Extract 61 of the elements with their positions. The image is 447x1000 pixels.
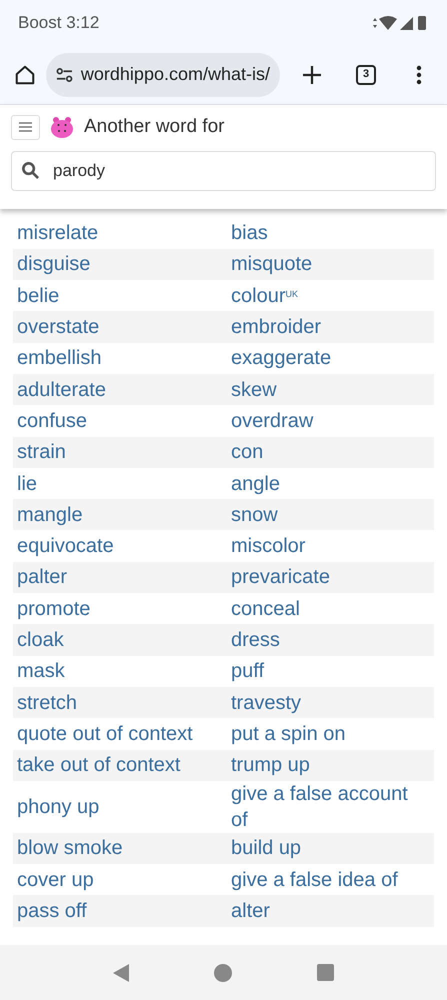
status-icons [371, 14, 429, 30]
synonym-link[interactable]: disguise [13, 251, 227, 278]
synonym-link[interactable]: promote [13, 596, 227, 622]
menu-button[interactable] [11, 114, 40, 140]
status-carrier-time: Boost 3:12 [18, 12, 100, 34]
synonym-link[interactable]: pass off [13, 898, 227, 924]
synonym-link[interactable]: exaggerate [227, 345, 434, 372]
synonym-link[interactable]: miscolor [227, 533, 434, 560]
synonym-link[interactable]: phony up [13, 794, 227, 820]
synonym-link[interactable]: prevaricate [227, 564, 434, 590]
synonym-link[interactable]: overdraw [227, 408, 434, 434]
synonym-link[interactable]: cover up [13, 866, 227, 893]
synonym-link[interactable]: give a false idea of [227, 866, 434, 893]
synonym-link[interactable]: skew [227, 376, 434, 403]
synonym-link[interactable]: adulterate [13, 376, 227, 403]
home-icon[interactable] [14, 64, 36, 86]
menu-icon [19, 122, 32, 132]
synonym-link[interactable]: trump up [227, 752, 434, 778]
synonym-link[interactable]: puff [227, 658, 434, 684]
synonym-link[interactable]: snow [227, 502, 434, 528]
home-circle-icon[interactable] [214, 964, 232, 982]
synonym-link[interactable]: build up [227, 835, 434, 862]
synonym-link[interactable]: conceal [227, 596, 434, 622]
url-text: wordhippo.com/what-is/ [80, 63, 270, 86]
synonym-link[interactable]: travesty [227, 690, 434, 716]
synonym-link[interactable]: embroider [227, 314, 434, 340]
synonym-link[interactable]: bias [227, 220, 434, 246]
search-icon [21, 160, 40, 180]
synonym-link[interactable]: colour$^{UK}$ [227, 282, 434, 309]
more-menu-icon[interactable] [416, 64, 422, 84]
back-icon[interactable] [112, 964, 129, 982]
synonym-link[interactable]: strain [13, 439, 227, 466]
search-field[interactable]: parody [11, 150, 436, 190]
synonym-link[interactable]: confuse [13, 408, 227, 434]
synonym-link[interactable]: blow smoke [13, 835, 227, 862]
synonym-link[interactable]: mask [13, 658, 227, 684]
synonym-link[interactable]: misrelate [13, 220, 227, 246]
synonym-link[interactable]: palter [13, 564, 227, 590]
new-tab-icon[interactable] [302, 64, 322, 84]
synonym-link[interactable]: stretch [13, 690, 227, 716]
synonym-link[interactable]: put a spin on [227, 720, 434, 747]
site-title: Another word for [84, 115, 224, 139]
recents-icon[interactable] [317, 964, 334, 981]
hippo-logo-icon [50, 115, 74, 140]
synonym-link[interactable]: cloak [13, 627, 227, 653]
synonym-link[interactable]: lie [13, 470, 227, 497]
address-bar[interactable]: wordhippo.com/what-is/ [46, 52, 280, 96]
synonym-link[interactable]: belie [13, 282, 227, 309]
synonym-link[interactable]: take out of context [13, 752, 227, 778]
tab-count[interactable]: 3 [356, 64, 376, 84]
synonym-link[interactable]: equivocate [13, 533, 227, 560]
synonym-link[interactable]: overstate [13, 314, 227, 340]
synonym-link[interactable]: misquote [227, 251, 434, 278]
synonym-link[interactable]: mangle [13, 502, 227, 528]
synonym-link[interactable]: angle [227, 470, 434, 497]
synonym-link[interactable]: con [227, 439, 434, 466]
synonym-link[interactable]: alter [227, 898, 434, 924]
synonym-link[interactable]: embellish [13, 345, 227, 372]
tune-icon[interactable] [56, 66, 73, 82]
synonym-link[interactable]: dress [227, 627, 434, 653]
synonym-link[interactable]: quote out of context [13, 720, 227, 747]
